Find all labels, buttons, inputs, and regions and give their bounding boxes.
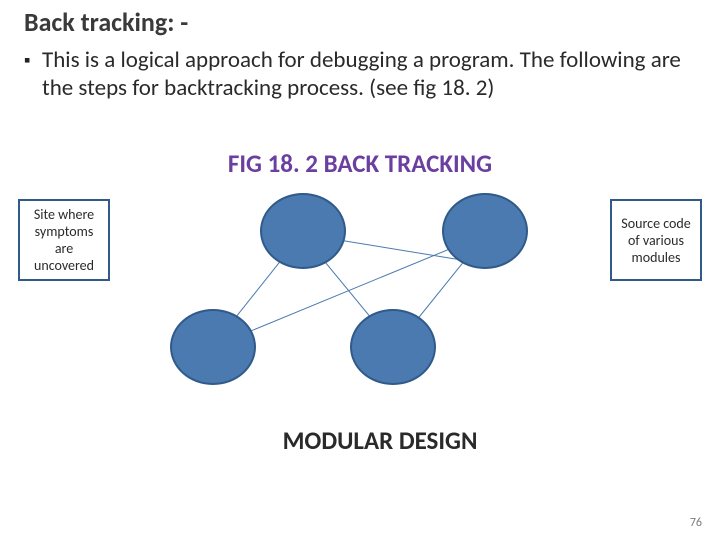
figure-diagram: Site where symptoms are uncovered Source… (0, 199, 720, 419)
figure-title: FIG 18. 2 BACK TRACKING (0, 148, 720, 179)
module-node (442, 193, 528, 269)
page-number: 76 (690, 516, 702, 530)
figure-right-box: Source code of various modules (610, 199, 702, 281)
module-node (350, 309, 436, 385)
bullet-item: ▪ This is a logical approach for debuggi… (0, 42, 720, 102)
figure-left-box: Site where symptoms are uncovered (18, 199, 110, 281)
module-node (170, 309, 256, 385)
slide-title: Back tracking: - (0, 0, 720, 42)
bullet-text: This is a logical approach for debugging… (42, 46, 696, 102)
figure-footer: MODULAR DESIGN (0, 425, 720, 456)
module-node (260, 193, 346, 269)
bullet-marker: ▪ (24, 46, 42, 74)
